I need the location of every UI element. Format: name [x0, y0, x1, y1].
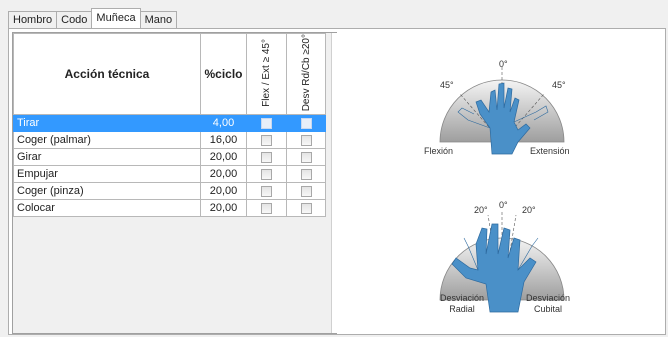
header-flex-ext-label: Flex / Ext ≥ 45°: [261, 38, 272, 107]
flexion-extension-figure: [439, 67, 565, 155]
actions-grid[interactable]: Acción técnica %ciclo Flex / Ext ≥ 45° D…: [12, 32, 337, 334]
header-row: Acción técnica %ciclo Flex / Ext ≥ 45° D…: [13, 32, 326, 116]
header-desv-label: Desv Rd/Cb ≥20°: [300, 34, 312, 112]
cell-flex-ext: [246, 148, 287, 167]
desviacion-radial-line1: Desviación: [440, 293, 485, 303]
desviacion-radial-line2: Radial: [449, 304, 475, 314]
flex-ext-checkbox[interactable]: [261, 117, 272, 129]
wrist-illustration: [439, 67, 565, 313]
flex-ext-checkbox[interactable]: [261, 151, 272, 163]
desviacion-angle-left: 20°: [474, 205, 488, 215]
header-flex-ext[interactable]: Flex / Ext ≥ 45°: [246, 32, 287, 116]
tab-mano[interactable]: Mano: [139, 11, 178, 28]
header-ciclo[interactable]: %ciclo: [200, 32, 247, 116]
cell-ciclo[interactable]: 16,00: [200, 131, 247, 150]
flex-ext-checkbox[interactable]: [261, 185, 272, 197]
cell-accion[interactable]: Coger (palmar): [13, 131, 201, 150]
cell-ciclo[interactable]: 20,00: [200, 148, 247, 167]
desv-checkbox[interactable]: [300, 185, 312, 197]
cell-desv: [286, 148, 326, 167]
flex-ext-checkbox[interactable]: [261, 168, 272, 180]
desviacion-angle-right: 20°: [522, 205, 536, 215]
cell-accion[interactable]: Girar: [13, 148, 201, 167]
tab-panel: Acción técnica %ciclo Flex / Ext ≥ 45° D…: [8, 28, 666, 335]
table-row[interactable]: Tirar 4,00: [13, 114, 326, 133]
desviacion-angle-center: 0°: [499, 200, 508, 210]
cell-desv: [286, 199, 326, 218]
desv-checkbox[interactable]: [300, 117, 312, 129]
cell-accion[interactable]: Coger (pinza): [13, 182, 201, 201]
cell-desv: [286, 131, 326, 150]
cell-desv: [286, 165, 326, 184]
flexion-angle-center: 0°: [499, 59, 508, 69]
desv-checkbox[interactable]: [300, 151, 312, 163]
grid-body: Tirar 4,00 Coger (palmar) 16,00 Girar 20,00 Em…: [13, 114, 326, 218]
cell-flex-ext: [246, 114, 287, 133]
cell-desv: [286, 182, 326, 201]
extension-label: Extensión: [530, 146, 570, 156]
cell-desv: [286, 114, 326, 133]
cell-flex-ext: [246, 165, 287, 184]
desv-checkbox[interactable]: [300, 168, 312, 180]
cell-accion[interactable]: Empujar: [13, 165, 201, 184]
desviacion-cubital-line2: Cubital: [534, 304, 563, 314]
tab-hombro[interactable]: Hombro: [8, 11, 58, 28]
flex-ext-checkbox[interactable]: [261, 202, 272, 214]
cell-flex-ext: [246, 199, 287, 218]
flexion-angle-left: 45°: [440, 80, 454, 90]
cell-flex-ext: [246, 182, 287, 201]
flexion-label: Flexión: [424, 146, 454, 156]
table-row[interactable]: Girar 20,00: [13, 148, 326, 167]
cell-ciclo[interactable]: 20,00: [200, 199, 247, 218]
cell-accion[interactable]: Colocar: [13, 199, 201, 218]
flexion-angle-right: 45°: [552, 80, 566, 90]
table-row[interactable]: Colocar 20,00: [13, 199, 326, 218]
tab-strip: Hombro Codo Muñeca Mano: [8, 8, 178, 28]
cell-flex-ext: [246, 131, 287, 150]
wrist-illustration-panel: 0° 45° 45° Flexión Extensión 0° 20° 20° …: [340, 32, 662, 332]
flex-ext-checkbox[interactable]: [261, 134, 272, 146]
cell-ciclo[interactable]: 4,00: [200, 114, 247, 133]
tab-codo[interactable]: Codo: [56, 11, 93, 28]
desviacion-radial-label: Desviación Radial: [440, 293, 484, 315]
actions-table: Acción técnica %ciclo Flex / Ext ≥ 45° D…: [13, 32, 326, 218]
desviacion-cubital-label: Desviación Cubital: [526, 293, 570, 315]
table-row[interactable]: Coger (pinza) 20,00: [13, 182, 326, 201]
tab-muneca[interactable]: Muñeca: [91, 8, 141, 28]
cell-accion[interactable]: Tirar: [13, 114, 201, 133]
table-row[interactable]: Coger (palmar) 16,00: [13, 131, 326, 150]
desv-checkbox[interactable]: [300, 202, 312, 214]
header-accion-tecnica[interactable]: Acción técnica: [13, 32, 201, 116]
desv-checkbox[interactable]: [300, 134, 312, 146]
header-desv[interactable]: Desv Rd/Cb ≥20°: [286, 32, 326, 116]
desviacion-cubital-line1: Desviación: [526, 293, 571, 303]
cell-ciclo[interactable]: 20,00: [200, 182, 247, 201]
table-row[interactable]: Empujar 20,00: [13, 165, 326, 184]
cell-ciclo[interactable]: 20,00: [200, 165, 247, 184]
